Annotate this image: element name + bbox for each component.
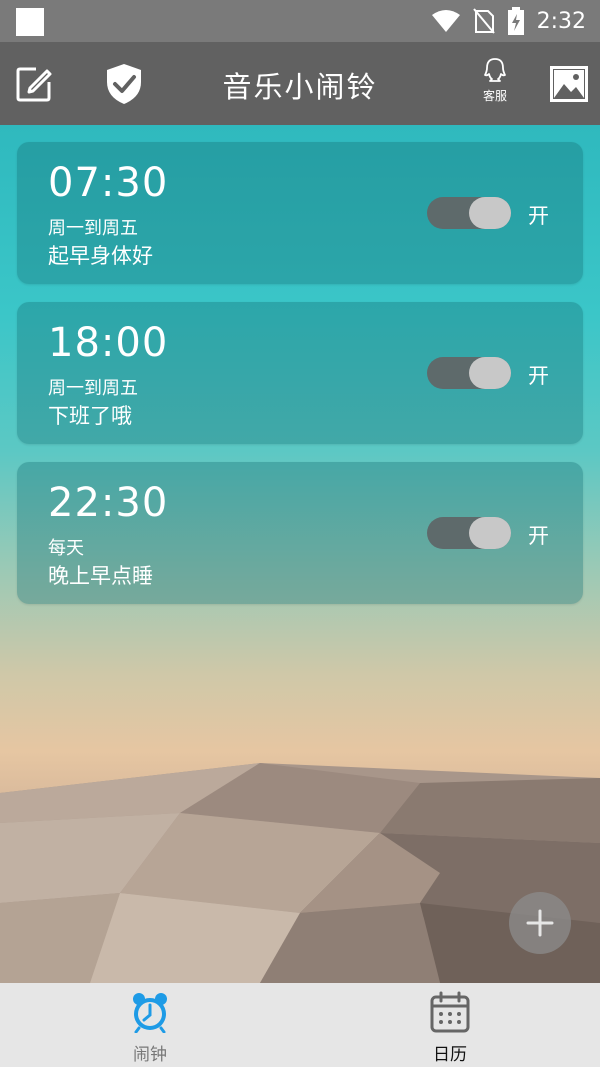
- wallpaper-background: 07:30 周一到周五 起早身体好 开 18:00 周一到周五 下班了哦 开 2…: [0, 125, 600, 983]
- calendar-icon: [430, 991, 470, 1033]
- bottom-navigation: 闹钟 日历: [0, 983, 600, 1067]
- status-time: 2:32: [536, 8, 586, 34]
- no-sim-icon: [472, 8, 495, 34]
- alarm-toggle[interactable]: [427, 197, 511, 229]
- battery-charging-icon: [507, 7, 524, 35]
- alarm-label: 起早身体好: [48, 244, 153, 268]
- wallpaper-button[interactable]: [546, 61, 592, 107]
- nav-item-alarm[interactable]: 闹钟: [90, 991, 210, 1065]
- nav-label-calendar: 日历: [433, 1045, 467, 1065]
- alarm-repeat-days: 每天: [48, 538, 84, 559]
- alarm-label: 晚上早点睡: [48, 564, 153, 588]
- toggle-knob: [469, 517, 511, 549]
- alarm-toggle[interactable]: [427, 357, 511, 389]
- status-icons: 2:32: [431, 0, 586, 42]
- nav-item-calendar[interactable]: 日历: [390, 991, 510, 1065]
- alarm-clock-icon: [133, 993, 167, 1033]
- toggle-state-label: 开: [528, 524, 549, 548]
- wifi-icon: [431, 10, 460, 32]
- alarm-repeat-days: 周一到周五: [48, 218, 138, 239]
- status-bar: 2:32: [0, 0, 600, 42]
- add-alarm-button[interactable]: [509, 892, 571, 954]
- toggle-knob: [469, 197, 511, 229]
- alarm-card[interactable]: 18:00 周一到周五 下班了哦 开: [17, 302, 583, 444]
- alarm-toggle[interactable]: [427, 517, 511, 549]
- alarm-time: 18:00: [48, 320, 169, 366]
- toggle-state-label: 开: [528, 204, 549, 228]
- notification-icon: [16, 8, 44, 36]
- alarm-card[interactable]: 07:30 周一到周五 起早身体好 开: [17, 142, 583, 284]
- toggle-knob: [469, 357, 511, 389]
- alarm-card[interactable]: 22:30 每天 晚上早点睡 开: [17, 462, 583, 604]
- alarm-repeat-days: 周一到周五: [48, 378, 138, 399]
- nav-label-alarm: 闹钟: [133, 1045, 167, 1065]
- toggle-state-label: 开: [528, 364, 549, 388]
- customer-service-button[interactable]: 客服: [470, 58, 520, 110]
- alarm-time: 22:30: [48, 480, 169, 526]
- app-screen: 2:32 音乐小闹铃 客服 07:30 周一到周五 起早身体好 开 18:00 …: [0, 0, 600, 1067]
- app-bar: 音乐小闹铃 客服: [0, 42, 600, 125]
- service-label: 客服: [482, 89, 507, 103]
- plus-icon: [526, 909, 554, 937]
- alarm-label: 下班了哦: [48, 404, 132, 428]
- image-icon: [550, 66, 588, 102]
- qq-penguin-icon: [484, 58, 506, 82]
- alarm-time: 07:30: [48, 160, 169, 206]
- mountain-landscape: [0, 763, 600, 983]
